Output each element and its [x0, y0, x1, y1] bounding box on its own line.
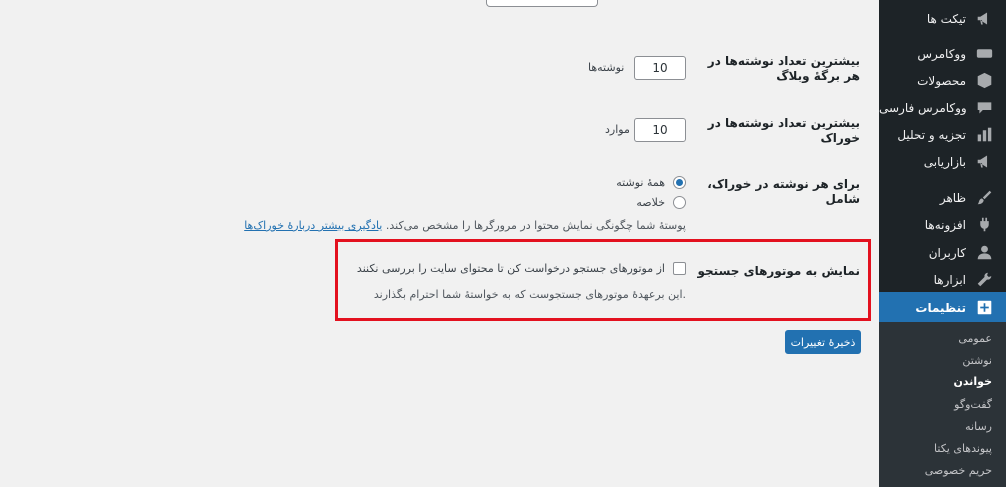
radio-full-text-label: همهٔ نوشته — [616, 176, 665, 189]
search-visibility-label: نمایش به موتورهای جستجو — [697, 264, 861, 278]
highlight-box — [335, 239, 871, 321]
submenu-item-privacy[interactable]: حریم خصوصی — [879, 464, 1006, 477]
posts-per-rss-label: بیشترین تعداد نوشته‌ها در خوراک — [707, 116, 860, 145]
sidebar-item-label: تجزیه و تحلیل — [897, 127, 966, 142]
submenu-item-writing[interactable]: نوشتن — [879, 354, 1006, 367]
sidebar-item-woocommerce[interactable]: ووکامرس — [879, 40, 1006, 67]
sidebar-item-marketing[interactable]: بازاریابی — [879, 148, 1006, 175]
sidebar-item-tools[interactable]: ابزارها — [879, 266, 1006, 293]
sidebar-item-settings[interactable]: تنظیمات — [871, 292, 1006, 323]
search-visibility-checkbox[interactable] — [673, 262, 686, 275]
active-indicator — [871, 300, 879, 316]
sidebar-item-label: کاربران — [928, 245, 966, 260]
sidebar-item-label: ابزارها — [933, 272, 966, 287]
sidebar-item-analytics[interactable]: تجزیه و تحلیل — [879, 121, 1006, 148]
submenu-item-discussion[interactable]: گفت‌وگو — [879, 398, 1006, 411]
posts-per-page-label: بیشترین تعداد نوشته‌ها در هر برگهٔ وبلاگ — [707, 54, 860, 83]
sidebar-item-label: محصولات — [917, 73, 966, 88]
submenu-item-reading[interactable]: خواندن — [879, 375, 1006, 388]
megaphone-icon — [974, 152, 994, 172]
settings-icon — [974, 298, 994, 318]
megaphone-icon — [974, 9, 994, 29]
sidebar-item-label: ظاهر — [939, 190, 966, 205]
admin-sidebar: تیکت ها ووکامرس محصولات ووکامرس فارسی تج… — [871, 0, 1006, 487]
search-visibility-row[interactable]: از موتورهای جستجو درخواست کن تا محتوای س… — [357, 262, 686, 275]
settings-submenu: عمومی نوشتن خواندن گفت‌وگو رسانه پیوندها… — [879, 322, 1006, 487]
rss-excerpt-label: برای هر نوشته در خوراک، شامل — [707, 177, 860, 206]
radio-full-text-row[interactable]: همهٔ نوشته — [616, 176, 686, 189]
bar-chart-icon — [974, 125, 994, 145]
sidebar-item-appearance[interactable]: ظاهر — [879, 184, 1006, 211]
sidebar-item-label: ووکامرس — [917, 46, 966, 61]
search-visibility-description: این برعهدهٔ موتورهای جستجوست که به خواست… — [373, 288, 686, 301]
wrench-icon — [974, 270, 994, 290]
sidebar-item-users[interactable]: کاربران — [879, 239, 1006, 266]
sidebar-item-tickets[interactable]: تیکت ها — [879, 5, 1006, 32]
save-changes-button[interactable]: ذخیرهٔ تغییرات — [785, 330, 861, 354]
sidebar-item-label: تنظیمات — [915, 300, 966, 315]
sidebar-item-label: افزونه‌ها — [924, 217, 966, 232]
plugin-icon — [974, 215, 994, 235]
sidebar-item-label: ووکامرس فارسی — [879, 100, 967, 115]
radio-selected-dot — [676, 179, 683, 186]
rss-learn-more-link[interactable]: یادگیری بیشتر دربارهٔ خوراک‌ها — [244, 219, 382, 232]
chat-icon — [975, 98, 994, 118]
sidebar-item-label: بازاریابی — [923, 154, 966, 169]
sidebar-item-label: تیکت ها — [926, 11, 966, 26]
submenu-item-general[interactable]: عمومی — [879, 332, 1006, 345]
woo-icon — [974, 44, 994, 64]
sidebar-item-products[interactable]: محصولات — [879, 67, 1006, 94]
sidebar-item-plugins[interactable]: افزونه‌ها — [879, 211, 1006, 238]
submenu-item-permalinks[interactable]: پیوندهای یکتا — [879, 442, 1006, 455]
posts-per-rss-input[interactable]: 10 — [634, 118, 686, 142]
sidebar-item-persian-woocommerce[interactable]: ووکامرس فارسی — [879, 94, 1006, 121]
posts-per-page-input[interactable]: 10 — [634, 56, 686, 80]
search-visibility-checkbox-label: از موتورهای جستجو درخواست کن تا محتوای س… — [356, 262, 665, 275]
posts-per-page-unit: نوشته‌ها — [588, 61, 625, 74]
posts-per-rss-unit: موارد — [605, 123, 630, 136]
radio-summary-row[interactable]: خلاصه — [636, 196, 686, 209]
brush-icon — [974, 188, 994, 208]
dropdown-fragment[interactable] — [486, 0, 598, 7]
radio-summary-label: خلاصه — [636, 196, 665, 209]
box-icon — [974, 71, 994, 91]
radio-summary[interactable] — [673, 196, 686, 209]
user-icon — [974, 243, 994, 263]
rss-description-text: پوستهٔ شما چگونگی نمایش محتوا در مرورگره… — [385, 219, 686, 232]
radio-full-text[interactable] — [673, 176, 686, 189]
submenu-item-media[interactable]: رسانه — [879, 420, 1006, 433]
rss-description: پوستهٔ شما چگونگی نمایش محتوا در مرورگره… — [244, 219, 686, 232]
